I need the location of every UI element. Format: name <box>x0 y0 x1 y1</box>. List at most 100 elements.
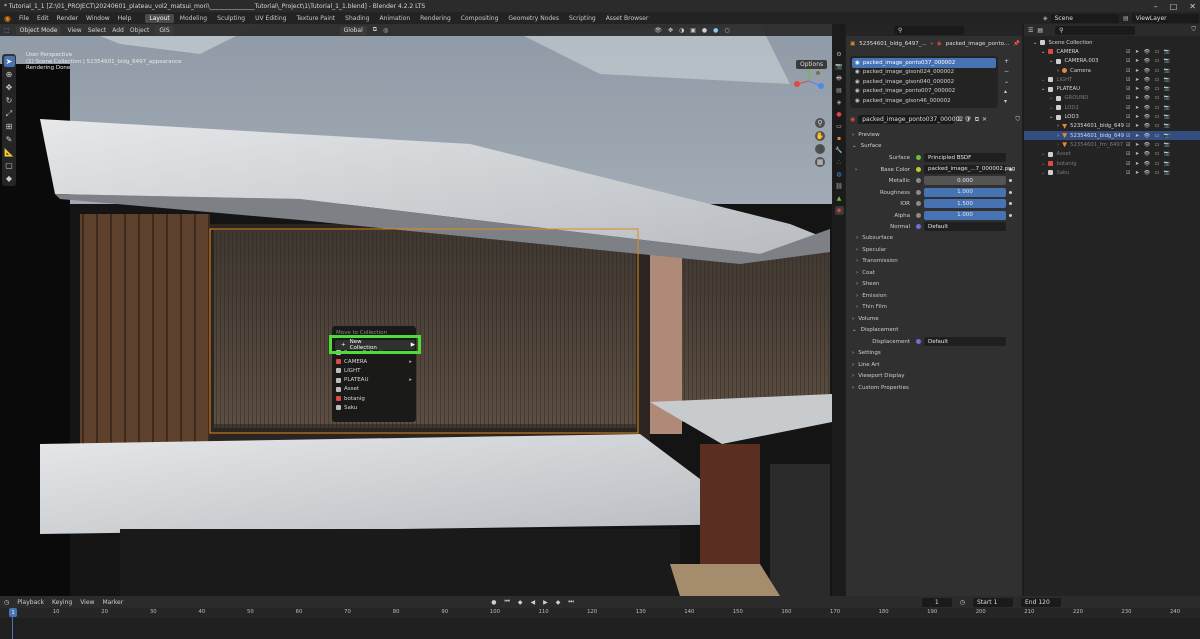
duplicate-icon[interactable]: ⧉ <box>975 116 979 124</box>
select-arrow-icon[interactable]: ➤ <box>1135 123 1139 129</box>
options-button[interactable]: Options <box>796 60 828 69</box>
proportional-edit-icon[interactable]: ◎ <box>383 27 388 34</box>
camera-icon[interactable]: 📷 <box>1164 170 1170 176</box>
clock-icon[interactable]: ◷ <box>960 599 965 606</box>
viewport-display-section-header[interactable]: › Viewport Display <box>846 371 1022 383</box>
tab-uv-editing[interactable]: UV Editing <box>251 14 290 23</box>
scene-tab-icon[interactable]: ◈ <box>835 98 844 107</box>
camera-icon[interactable]: 📷 <box>1164 68 1170 74</box>
menu-item-saku[interactable]: Saku <box>332 403 416 412</box>
visibility-icon[interactable]: 👁 <box>654 27 662 34</box>
particles-tab-icon[interactable]: ∴ <box>835 158 844 167</box>
outliner-row[interactable]: › 52354601_frn_6497 ☑ ➤ 👁 ▭ 📷 <box>1024 140 1200 149</box>
checkbox-icon[interactable]: ☑ <box>1126 68 1130 74</box>
prev-key-icon[interactable]: ◆ <box>518 599 523 606</box>
select-arrow-icon[interactable]: ➤ <box>1135 49 1139 55</box>
camera-icon[interactable]: 📷 <box>1164 161 1170 167</box>
camera-icon[interactable]: 📷 <box>1164 77 1170 83</box>
start-frame-field[interactable]: Start 1 <box>973 597 1013 607</box>
sheen-subpanel[interactable]: › Sheen <box>846 279 1022 291</box>
tab-texture-paint[interactable]: Texture Paint <box>292 14 339 23</box>
metallic-field[interactable]: 0.000 <box>924 176 1006 185</box>
viewport-menu-select[interactable]: Select <box>88 27 107 34</box>
close-icon[interactable]: ✕ <box>1189 2 1196 11</box>
output-tab-icon[interactable]: 🖶 <box>835 74 844 83</box>
slot-menu-icon[interactable]: ⌄ <box>1004 78 1009 85</box>
surface-shader-field[interactable]: Principled BSDF <box>924 153 1006 162</box>
select-arrow-icon[interactable]: ➤ <box>1135 170 1139 176</box>
minimize-icon[interactable]: – <box>1154 2 1158 11</box>
material-slot-list[interactable]: ◉ packed_image_ponto037_000002 ◉ packed_im… <box>850 56 998 108</box>
chevron-down-icon[interactable]: ⌄ <box>1041 49 1045 55</box>
keyframe-dot-icon[interactable] <box>1009 190 1012 194</box>
eye-icon[interactable]: 👁 <box>1144 95 1150 101</box>
menu-item-plateau[interactable]: PLATEAU ▸ <box>332 376 416 385</box>
current-frame-field[interactable]: 1 <box>921 597 952 607</box>
camera-icon[interactable]: 📷 <box>1164 49 1170 55</box>
view-layer-selector[interactable]: ▤ ViewLayer <box>1123 12 1199 24</box>
transmission-subpanel[interactable]: › Transmission <box>846 256 1022 268</box>
add-slot-icon[interactable]: + <box>1004 58 1009 65</box>
navigation-gizmo[interactable] <box>792 64 826 98</box>
monitor-icon[interactable]: ▭ <box>1155 170 1160 176</box>
mode-selector[interactable]: Object Mode <box>15 25 62 35</box>
eye-icon[interactable]: 👁 <box>1144 123 1150 129</box>
chevron-right-icon[interactable]: › <box>1057 142 1059 148</box>
monitor-icon[interactable]: ▭ <box>1155 105 1160 111</box>
xray-icon[interactable]: ▣ <box>690 27 696 34</box>
specular-subpanel[interactable]: › Specular <box>846 244 1022 256</box>
add-object-tool-icon[interactable]: ◆ <box>4 173 15 184</box>
data-tab-icon[interactable]: ▲ <box>835 194 844 203</box>
tab-animation[interactable]: Animation <box>376 14 415 23</box>
emission-subpanel[interactable]: › Emission <box>846 290 1022 302</box>
chevron-down-icon[interactable]: ⌄ <box>1041 170 1045 176</box>
list-item[interactable]: ◉ packed_image_ponto037_000002 <box>852 58 996 68</box>
material-browse-icon[interactable]: ◉ <box>850 116 855 123</box>
tab-scripting[interactable]: Scripting <box>565 14 600 23</box>
ior-field[interactable]: 1.500 <box>924 199 1006 208</box>
monitor-icon[interactable]: ▭ <box>1155 68 1160 74</box>
move-tool-icon[interactable]: ✥ <box>4 82 15 93</box>
perspective-grid-icon[interactable]: ▦ <box>815 157 825 167</box>
preview-section-header[interactable]: › Preview <box>846 129 1022 141</box>
object-tab-icon[interactable]: ▪ <box>835 134 844 143</box>
eye-icon[interactable]: 👁 <box>1144 170 1150 176</box>
scale-tool-icon[interactable]: ⤢ <box>4 108 15 119</box>
menu-edit[interactable]: Edit <box>37 15 49 22</box>
monitor-icon[interactable]: ▭ <box>1155 161 1160 167</box>
eye-icon[interactable]: 👁 <box>1144 68 1150 74</box>
editor-type-icon[interactable]: ⬚ <box>4 27 10 34</box>
world-tab-icon[interactable]: ● <box>835 110 844 119</box>
eye-icon[interactable]: 👁 <box>1144 161 1150 167</box>
timeline-menu-playback[interactable]: Playback <box>17 599 44 606</box>
maximize-icon[interactable]: □ <box>1170 2 1178 11</box>
chevron-down-icon[interactable]: ⌄ <box>1041 161 1045 167</box>
material-name-field[interactable]: packed_image_ponto037_000002 <box>858 115 963 124</box>
custom-properties-section-header[interactable]: › Custom Properties <box>846 382 1022 394</box>
monitor-icon[interactable]: ▭ <box>1155 133 1160 139</box>
transform-orientation[interactable]: Global <box>339 25 367 35</box>
select-arrow-icon[interactable]: ➤ <box>1135 161 1139 167</box>
snap-icon[interactable]: ⧉ <box>373 26 377 34</box>
checkbox-icon[interactable]: ☑ <box>1126 123 1130 129</box>
material-tab-icon[interactable]: ◉ <box>834 206 844 215</box>
outliner-row[interactable]: ⌄ Saku ☑ ➤ 👁 ▭ 📷 <box>1024 168 1200 177</box>
select-arrow-icon[interactable]: ➤ <box>1135 86 1139 92</box>
chevron-down-icon[interactable]: ⌄ <box>1041 151 1045 157</box>
select-arrow-icon[interactable]: ➤ <box>1135 105 1139 111</box>
select-arrow-icon[interactable]: ➤ <box>1135 95 1139 101</box>
outliner-row[interactable]: ⌄ GROUND ☑ ➤ 👁 ▭ 📷 <box>1024 94 1200 103</box>
view-layer-tab-icon[interactable]: ▤ <box>835 86 844 95</box>
cursor-tool-icon[interactable]: ⊕ <box>4 69 15 80</box>
volume-section-header[interactable]: › Volume <box>846 313 1022 325</box>
menu-file[interactable]: File <box>19 15 29 22</box>
outliner-row[interactable]: › Camera ☑ ➤ 👁 ▭ 📷 <box>1024 66 1200 75</box>
rotate-tool-icon[interactable]: ↻ <box>4 95 15 106</box>
select-tool-icon[interactable]: ➤ <box>3 56 15 67</box>
timeline-editor-icon[interactable]: ◷ <box>4 599 9 606</box>
list-item[interactable]: ◉ packed_image_ponto007_000002 <box>852 87 996 97</box>
eye-icon[interactable]: 👁 <box>1144 49 1150 55</box>
remove-slot-icon[interactable]: − <box>1004 68 1009 75</box>
monitor-icon[interactable]: ▭ <box>1155 95 1160 101</box>
normal-field[interactable]: Default <box>924 222 1006 231</box>
